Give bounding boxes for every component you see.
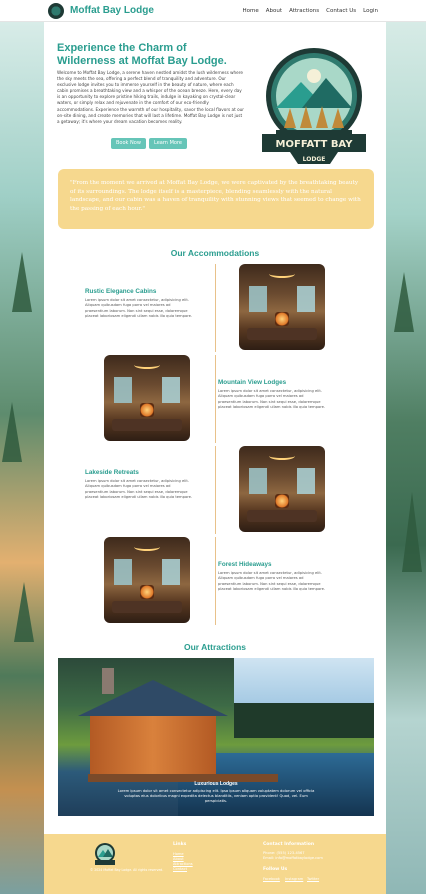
accommodation-image	[104, 355, 190, 441]
tree-shape	[2, 402, 22, 462]
accommodation-title: Forest Hideaways	[218, 561, 272, 568]
footer-social-instagram[interactable]: Instagram	[285, 877, 303, 881]
top-navbar: Moffat Bay Lodge Home About Attractions …	[0, 0, 426, 22]
attraction-caption-text: Lorem ipsum dolor sit amet consectetur a…	[117, 789, 315, 803]
lodge-logo-icon[interactable]	[48, 2, 64, 19]
accommodation-image	[104, 537, 190, 623]
timeline-divider	[215, 355, 216, 443]
testimonial-box: "From the moment we arrived at Moffat Ba…	[58, 169, 374, 229]
footer-email: Email: info@moffatbaylodge.com	[263, 856, 323, 860]
nav-link-attractions[interactable]: Attractions	[289, 8, 319, 14]
footer-contact-heading: Contact Information	[263, 842, 315, 847]
footer-link-home[interactable]: Home	[173, 852, 184, 856]
learn-more-button[interactable]: Learn More	[149, 138, 187, 149]
tree-shape	[12, 252, 32, 312]
crest-subtext: LODGE	[303, 156, 326, 163]
attraction-carousel-image[interactable]: Luxurious Lodges Lorem ipsum dolor sit a…	[58, 658, 374, 816]
attraction-caption-title: Luxurious Lodges	[194, 781, 238, 787]
accommodation-description: Lorem ipsum dolor sit amet consectetur, …	[85, 298, 193, 318]
accommodation-title: Lakeside Retreats	[85, 469, 139, 476]
main-content: Experience the Charm of Wilderness at Mo…	[44, 22, 386, 834]
footer-phone: Phone: (555) 123-4567	[263, 851, 305, 855]
footer-links-heading: Links	[173, 842, 187, 847]
accommodation-title: Mountain View Lodges	[218, 379, 287, 386]
nav-links: Home About Attractions Contact Us Login	[243, 8, 378, 14]
nav-link-contact[interactable]: Contact Us	[326, 8, 356, 14]
accommodation-description: Lorem ipsum dolor sit amet consectetur, …	[218, 389, 326, 409]
timeline-divider	[215, 537, 216, 625]
hero-description: Welcome to Moffat Bay Lodge, a serene ha…	[57, 70, 245, 124]
nav-link-about[interactable]: About	[266, 8, 282, 14]
timeline-divider	[215, 264, 216, 352]
footer-follow-heading: Follow Us	[263, 867, 288, 872]
tree-shape	[402, 492, 422, 572]
footer-social-twitter[interactable]: Twitter	[307, 877, 319, 881]
background-scenery-left	[0, 22, 44, 894]
nav-link-home[interactable]: Home	[243, 8, 259, 14]
background-scenery-right	[382, 22, 426, 894]
footer-link-about[interactable]: About	[173, 857, 184, 861]
footer-social-facebook[interactable]: Facebook	[263, 877, 280, 881]
tree-shape	[14, 582, 34, 642]
site-footer: © 2024 Moffat Bay Lodge. All rights rese…	[44, 834, 386, 894]
timeline-divider	[215, 446, 216, 534]
crest-text: MOFFATT BAY	[276, 139, 354, 150]
accommodation-image	[239, 446, 325, 532]
testimonial-quote: "From the moment we arrived at Moffat Ba…	[70, 180, 361, 213]
footer-link-contact[interactable]: Contact	[173, 867, 187, 871]
accommodation-description: Lorem ipsum dolor sit amet consectetur, …	[85, 479, 193, 499]
accommodation-image	[239, 264, 325, 350]
footer-logo-icon	[95, 843, 115, 865]
accommodations-heading: Our Accommodations	[170, 248, 260, 258]
lodge-crest-logo: MOFFATT BAY LODGE	[262, 48, 366, 164]
brand-name[interactable]: Moffat Bay Lodge	[70, 5, 154, 16]
tree-shape	[394, 272, 414, 332]
attractions-heading: Our Attractions	[183, 642, 247, 652]
footer-link-attractions[interactable]: Attractions	[173, 862, 193, 866]
book-now-button[interactable]: Book Now	[111, 138, 146, 149]
accommodation-description: Lorem ipsum dolor sit amet consectetur, …	[218, 571, 326, 591]
hero-title: Experience the Charm of Wilderness at Mo…	[57, 42, 227, 67]
accommodation-title: Rustic Elegance Cabins	[85, 288, 157, 295]
footer-copyright: © 2024 Moffat Bay Lodge. All rights rese…	[90, 868, 164, 872]
nav-link-login[interactable]: Login	[363, 8, 378, 14]
